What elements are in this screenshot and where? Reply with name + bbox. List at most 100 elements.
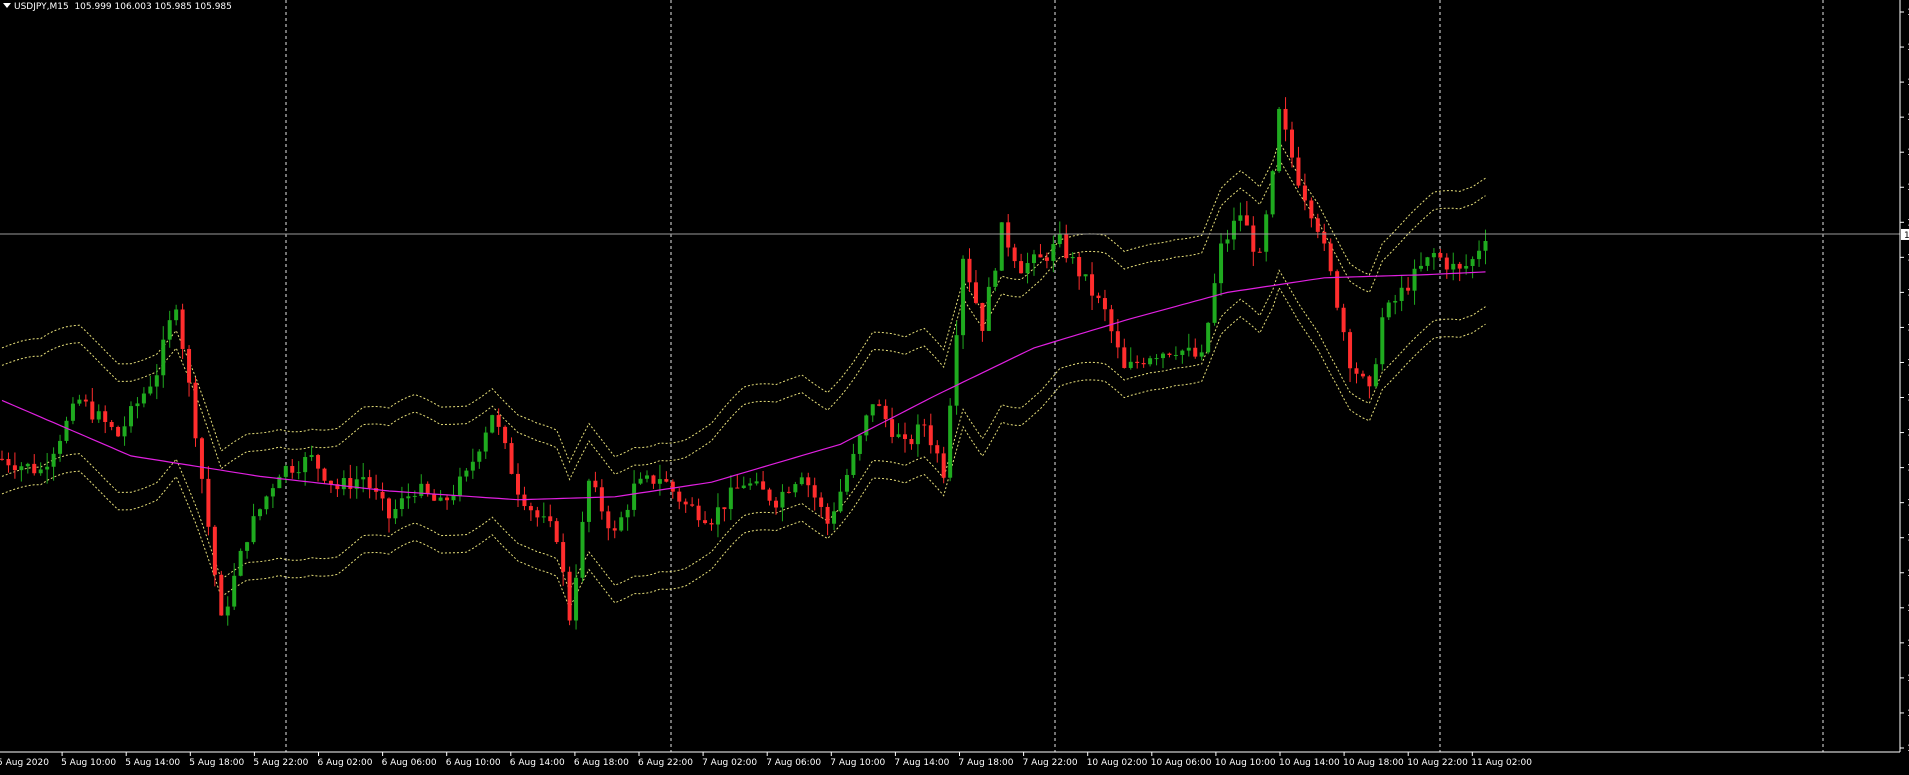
candle-body [741,485,746,489]
candle-body [225,606,230,616]
candle-body [483,432,488,452]
candle-body [806,477,811,486]
candle-body [45,466,50,470]
candle-body [832,511,837,524]
x-tick-label: 11 Aug 02:00 [1471,758,1532,768]
candle-body [1367,376,1372,387]
candle-body [903,434,907,440]
candle-body [935,445,940,454]
candle-body [303,457,308,473]
candle-body [116,426,121,437]
candle-body [1167,353,1172,355]
candle-body [1225,239,1230,244]
candle-body [141,393,146,404]
candle-body [819,497,824,507]
candle-body [541,516,546,518]
candle-body [283,466,288,477]
candle-body [180,309,185,349]
candle-body [1206,322,1211,353]
x-tick-label: 5 Aug 14:00 [125,758,180,768]
candle-body [367,477,372,489]
candle-body [619,517,624,531]
candle-body [999,222,1004,271]
x-tick-label: 6 Aug 10:00 [446,758,501,768]
candle-body [1393,300,1398,303]
candle-body [1360,373,1365,377]
candle-body [857,435,862,454]
candle-body [245,542,250,551]
candle-body [206,478,211,527]
candle-body [735,487,740,489]
candle-body [567,571,572,621]
candle-body [161,339,166,376]
candle-body [1470,259,1475,267]
candle-body [1431,253,1436,258]
candle-body [1070,256,1075,259]
candle-body [1451,263,1456,270]
candle-body [593,480,598,488]
candle-body [419,483,424,496]
candle-body [793,484,798,493]
candle-body [1277,108,1282,172]
dropdown-triangle-icon[interactable] [3,3,11,8]
candle-body [64,420,69,441]
candle-body [477,451,482,462]
candle-body [258,509,262,517]
candle-body [625,509,630,518]
candle-body [728,487,733,510]
candle-body [1457,263,1462,269]
candle-body [1090,274,1095,296]
x-tick-label: 10 Aug 06:00 [1151,758,1212,768]
candle-body [548,516,553,522]
price-chart[interactable]: 106.365106.305106.245106.185106.125106.0… [0,0,1909,771]
candle-body [341,478,346,490]
candle-body [509,443,514,474]
candle-body [761,481,766,490]
candle-body [309,455,314,458]
x-tick-label: 5 Aug 22:00 [253,758,308,768]
candle-body [1348,332,1353,369]
envelope-line [1,140,1486,464]
envelope-bands [1,140,1486,610]
candle-body [154,375,159,387]
candle-body [1122,347,1127,368]
candle-body [638,478,643,484]
candle-body [1296,157,1301,186]
candle-body [193,382,198,439]
candle-body [406,496,411,499]
candle-body [296,472,301,474]
candle-body [877,404,882,406]
candle-body [1483,240,1488,251]
candle-body [1057,234,1062,245]
candle-body [973,282,978,303]
chart-area[interactable]: 106.365106.305106.245106.185106.125106.0… [0,0,1909,771]
candle-body [1444,257,1449,270]
candle-body [683,501,688,505]
candle-body [290,466,295,473]
candle-body [1412,268,1417,291]
envelope-line [1,269,1486,592]
candle-body [690,504,695,506]
candle-body [774,500,778,508]
candle-body [199,438,204,479]
candle-body [1341,307,1346,333]
candle-body [986,286,991,331]
candle-body [322,468,327,481]
candle-body [522,494,527,507]
candle-body [580,521,585,578]
candle-body [187,348,192,383]
candle-body [754,481,759,484]
candle-body [1328,243,1333,272]
candle-body [632,483,637,510]
candle-body [399,498,404,510]
candle-body [748,483,753,486]
x-tick-label: 10 Aug 14:00 [1279,758,1340,768]
candle-body [12,465,17,471]
candle-body [135,403,140,407]
day-separators [285,0,1824,752]
candle-body [1219,243,1224,284]
candle-body [1193,347,1198,357]
candle-body [1006,222,1011,248]
candle-body [651,475,656,484]
candle-body [948,405,953,478]
